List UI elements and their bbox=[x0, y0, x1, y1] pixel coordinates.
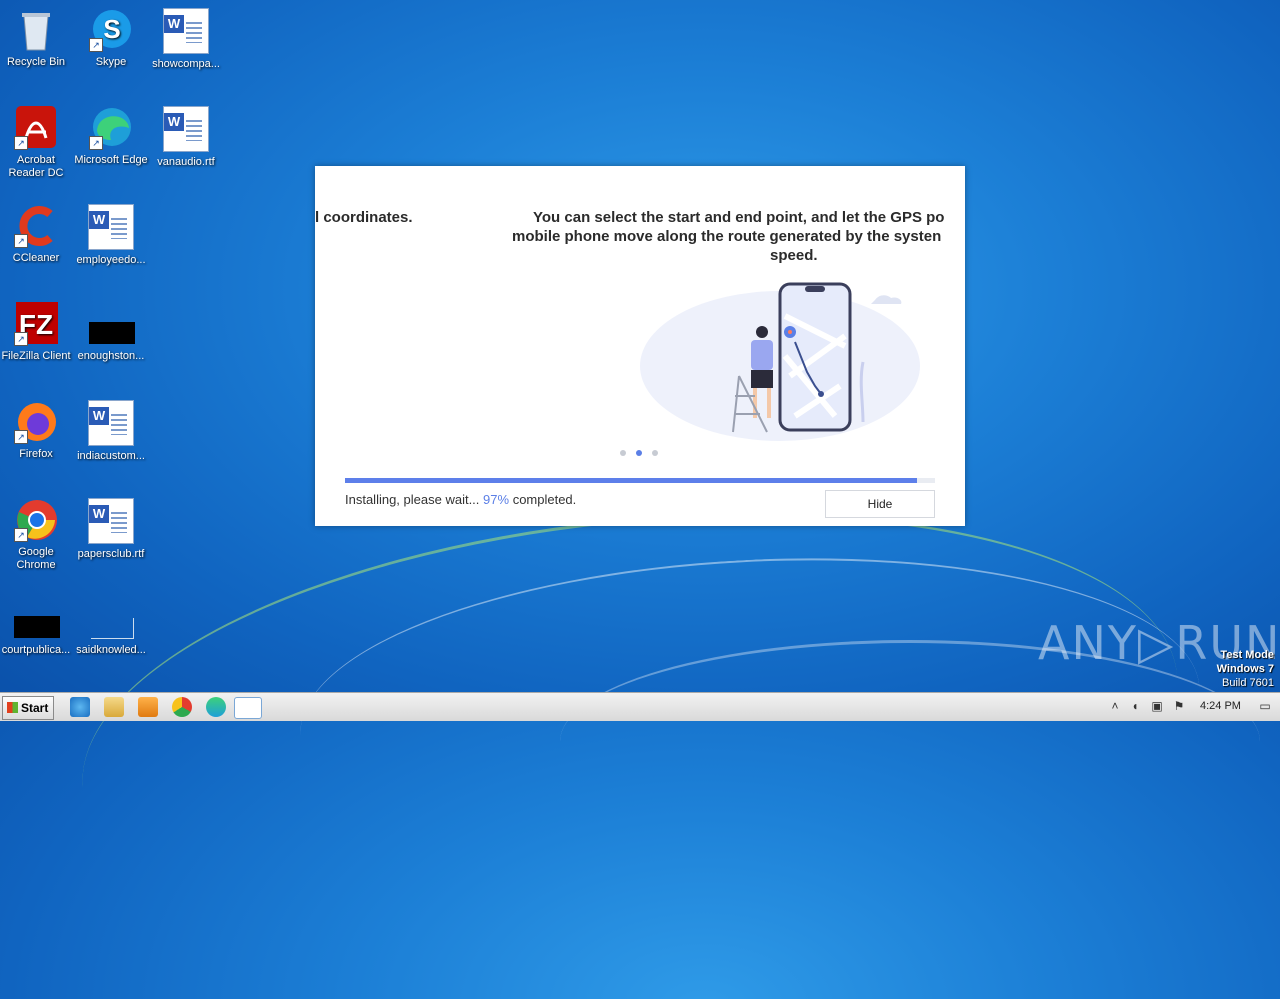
desktop-icon-label: papersclub.rtf bbox=[77, 548, 145, 560]
carousel-dot[interactable] bbox=[652, 450, 658, 456]
os-label: Windows 7 bbox=[1216, 663, 1274, 675]
desktop-icon-firefox[interactable]: ↗ Firefox bbox=[0, 400, 76, 461]
black-file-icon bbox=[14, 596, 60, 640]
test-mode-label: Test Mode bbox=[1220, 649, 1274, 661]
slide-text-line1: You can select the start and end point, … bbox=[533, 209, 945, 226]
system-tray: ˄ ◖ ▣ ⚑ 4:24 PM ▭ bbox=[1104, 693, 1280, 721]
word-document-icon: W bbox=[88, 400, 134, 446]
previous-slide-text: l coordinates. bbox=[315, 209, 413, 226]
clock[interactable]: 4:24 PM bbox=[1200, 700, 1241, 712]
desktop-icon-vanaudio[interactable]: W vanaudio.rtf bbox=[146, 106, 226, 169]
desktop-icon-label: Firefox bbox=[19, 448, 53, 460]
desktop-icon-recycle-bin[interactable]: Recycle Bin bbox=[0, 8, 76, 69]
desktop-icon-label: FileZilla Client bbox=[1, 350, 71, 362]
status-suffix: completed. bbox=[512, 492, 577, 507]
desktop-icon-chrome[interactable]: ↗ Google Chrome bbox=[0, 498, 76, 572]
show-desktop-icon[interactable]: ▭ bbox=[1258, 699, 1272, 713]
word-document-icon: W bbox=[88, 498, 134, 544]
desktop-icon-label: employeedo... bbox=[76, 254, 146, 266]
edge-icon: ↗ bbox=[89, 106, 133, 150]
windows-flag-icon bbox=[7, 702, 18, 713]
desktop-icon-label: Google Chrome bbox=[16, 546, 56, 571]
chrome-taskbar-icon[interactable] bbox=[172, 697, 192, 717]
shortcut-arrow-icon: ↗ bbox=[14, 528, 28, 542]
edge-taskbar-icon[interactable] bbox=[206, 697, 226, 717]
desktop-icon-edge[interactable]: ↗ Microsoft Edge bbox=[71, 106, 151, 167]
desktop-icon-indiacustom[interactable]: W indiacustom... bbox=[71, 400, 151, 463]
desktop-icon-label: indiacustom... bbox=[77, 450, 145, 462]
shortcut-arrow-icon: ↗ bbox=[89, 38, 103, 52]
black-file-icon bbox=[89, 302, 135, 346]
desktop-icon-label: Recycle Bin bbox=[6, 56, 66, 68]
start-button[interactable]: Start bbox=[2, 696, 54, 720]
desktop-icon-ccleaner[interactable]: ↗ CCleaner bbox=[0, 204, 76, 265]
recycle-bin-icon bbox=[14, 8, 58, 52]
chrome-icon: ↗ bbox=[14, 498, 58, 542]
desktop-icon-label: enoughston... bbox=[77, 350, 145, 362]
desktop-icon-showcompa[interactable]: W showcompa... bbox=[146, 8, 226, 71]
flag-icon[interactable]: ⚑ bbox=[1172, 699, 1186, 713]
desktop-icon-courtpublica[interactable]: courtpublica... bbox=[0, 596, 76, 657]
acrobat-icon: ↗ bbox=[14, 106, 58, 150]
shortcut-arrow-icon: ↗ bbox=[14, 430, 28, 444]
carousel-dot-active[interactable] bbox=[636, 450, 642, 456]
desktop-icon-label: showcompa... bbox=[152, 58, 220, 70]
filezilla-icon: FZ ↗ bbox=[14, 302, 58, 346]
slide-text-line2: mobile phone move along the route genera… bbox=[512, 228, 942, 245]
media-player-icon[interactable] bbox=[138, 697, 158, 717]
desktop-icon-label: Skype bbox=[95, 56, 127, 68]
build-label: Build 7601 bbox=[1222, 677, 1274, 689]
desktop-icon-label: vanaudio.rtf bbox=[157, 156, 215, 168]
desktop-icon-label: saidknowled... bbox=[76, 644, 146, 656]
internet-explorer-icon[interactable] bbox=[70, 697, 90, 717]
firefox-icon: ↗ bbox=[14, 400, 58, 444]
desktop-icon-label: Microsoft Edge bbox=[74, 154, 148, 166]
shortcut-arrow-icon: ↗ bbox=[14, 136, 28, 150]
desktop-icon-filezilla[interactable]: FZ ↗ FileZilla Client bbox=[0, 302, 76, 363]
speaker-icon[interactable]: ◖ bbox=[1128, 699, 1142, 713]
carousel-dot[interactable] bbox=[620, 450, 626, 456]
word-document-icon: W bbox=[163, 8, 209, 54]
file-explorer-icon[interactable] bbox=[104, 697, 124, 717]
desktop-icon-papersclub[interactable]: W papersclub.rtf bbox=[71, 498, 151, 561]
shortcut-arrow-icon: ↗ bbox=[14, 234, 28, 248]
network-icon[interactable]: ▣ bbox=[1150, 699, 1164, 713]
ccleaner-icon: ↗ bbox=[14, 204, 58, 248]
status-percent: 97% bbox=[483, 492, 510, 507]
installer-dialog: l coordinates. You can select the start … bbox=[315, 166, 965, 526]
shortcut-arrow-icon: ↗ bbox=[89, 136, 103, 150]
desktop-icon-label: Acrobat Reader DC bbox=[8, 154, 64, 179]
blank-file-icon bbox=[89, 596, 134, 640]
desktop-icon-employeedo[interactable]: W employeedo... bbox=[71, 204, 151, 267]
slide-text-line3: speed. bbox=[770, 247, 818, 264]
shortcut-arrow-icon: ↗ bbox=[14, 332, 28, 346]
desktop-icon-skype[interactable]: S ↗ Skype bbox=[71, 8, 151, 69]
hide-button[interactable]: Hide bbox=[825, 490, 935, 518]
desktop-icon-enoughston[interactable]: enoughston... bbox=[71, 302, 151, 363]
install-progress-fill bbox=[345, 478, 918, 483]
word-document-icon: W bbox=[163, 106, 209, 152]
install-status: Installing, please wait... 97% completed… bbox=[345, 492, 576, 507]
desktop-icon-saidknowled[interactable]: saidknowled... bbox=[71, 596, 151, 657]
carousel-dots bbox=[620, 450, 658, 456]
desktop-icon-label: CCleaner bbox=[12, 252, 60, 264]
gps-illustration bbox=[640, 282, 920, 441]
skype-icon: S ↗ bbox=[89, 8, 133, 52]
install-progress-bar bbox=[345, 478, 935, 483]
start-label: Start bbox=[21, 701, 49, 715]
status-prefix: Installing, please wait... bbox=[345, 492, 480, 507]
word-document-icon: W bbox=[88, 204, 134, 250]
wallpaper-swoosh bbox=[560, 640, 1260, 843]
desktop-icon-acrobat[interactable]: ↗ Acrobat Reader DC bbox=[0, 106, 76, 180]
desktop-icon-label: courtpublica... bbox=[1, 644, 71, 656]
chevron-up-icon[interactable]: ˄ bbox=[1108, 699, 1122, 713]
test-mode-notice: Test Mode Windows 7 Build 7601 bbox=[1217, 648, 1274, 690]
svg-text:S: S bbox=[103, 14, 120, 44]
taskbar: Start ˄ ◖ ▣ ⚑ 4:24 PM ▭ bbox=[0, 692, 1280, 721]
installer-taskbar-icon[interactable] bbox=[234, 697, 262, 719]
